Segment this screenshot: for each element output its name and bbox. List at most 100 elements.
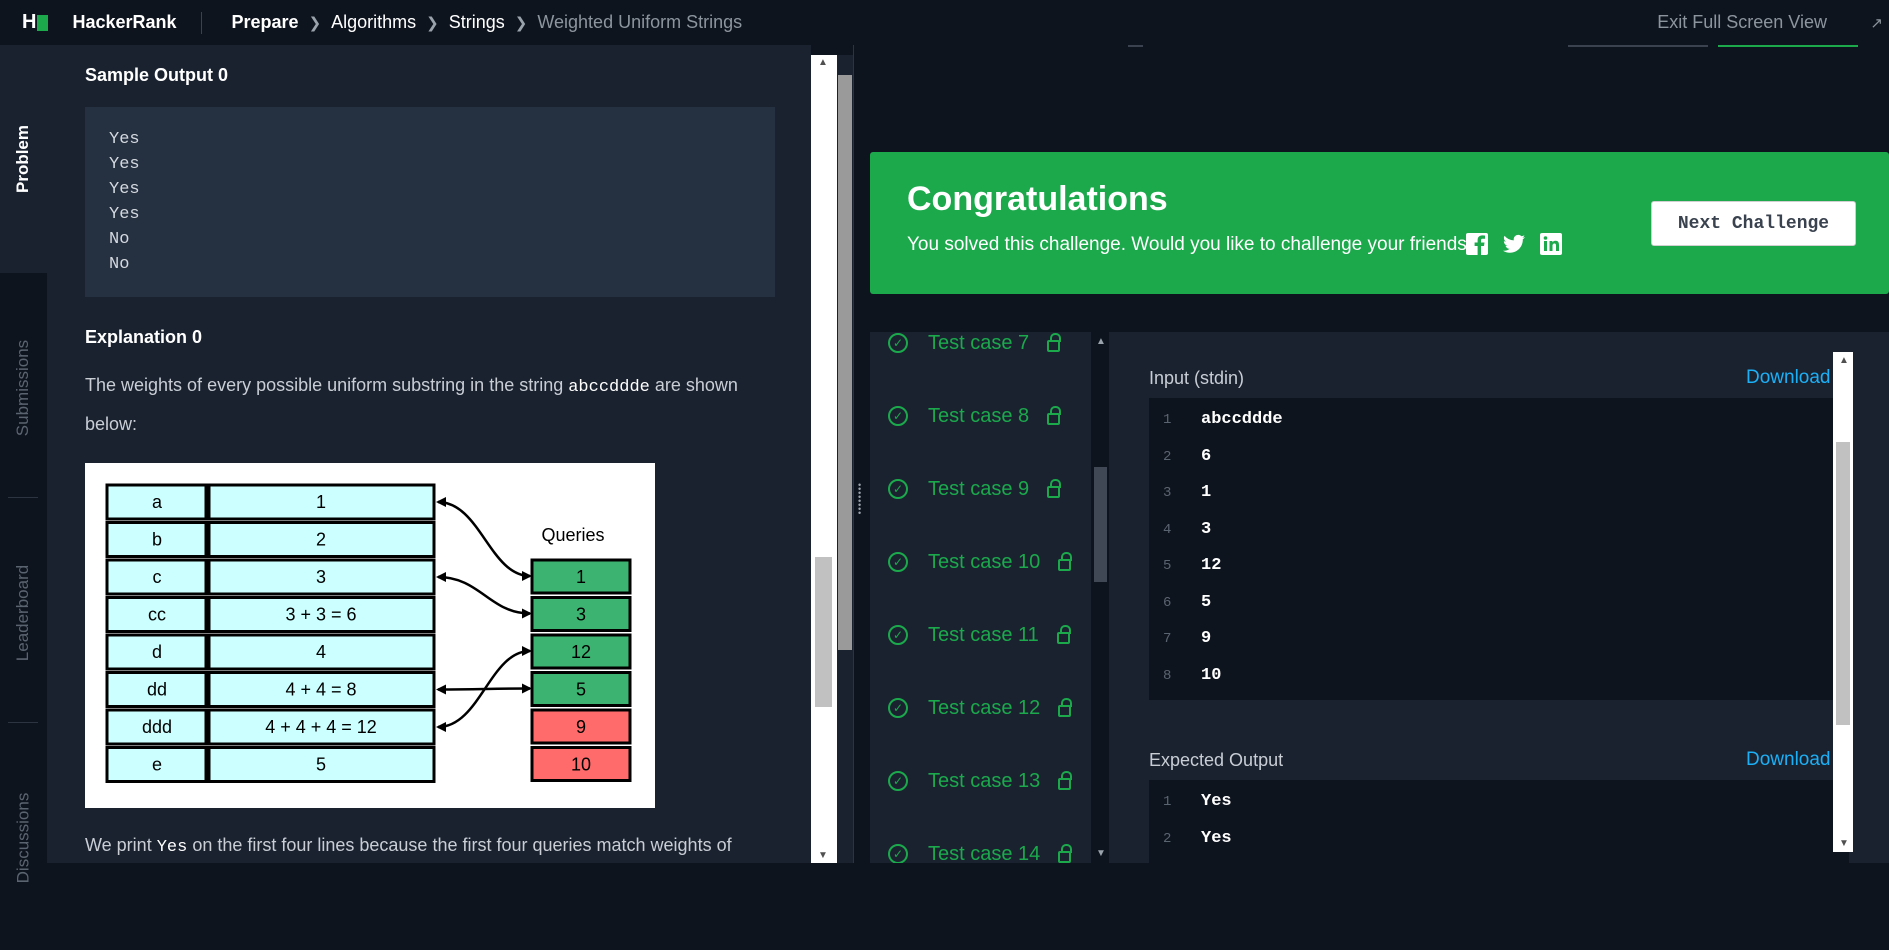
query-label: 1 (576, 567, 586, 587)
output-line: Yes (109, 180, 140, 199)
scrollbar-thumb[interactable] (1836, 442, 1850, 725)
tab-leaderboard[interactable]: Leaderboard (0, 500, 47, 725)
check-circle-icon: ✓ (888, 406, 908, 426)
check-circle-icon: ✓ (888, 333, 908, 353)
output-line: Yes (109, 205, 140, 224)
download-output-link[interactable]: Download (1746, 749, 1831, 771)
check-circle-icon: ✓ (888, 625, 908, 645)
sample-output-box: Yes Yes Yes Yes No No (85, 107, 775, 297)
linkedin-icon[interactable] (1539, 232, 1563, 256)
substring-label: e (152, 755, 162, 775)
line-number: 8 (1163, 667, 1172, 684)
check-circle-icon: ✓ (888, 844, 908, 863)
testcase-label: Test case 9 (928, 477, 1030, 500)
line-number: 5 (1163, 558, 1172, 574)
download-input-link[interactable]: Download (1746, 367, 1831, 389)
testcase-item[interactable]: ✓ Test case 7 (888, 332, 1062, 363)
testcase-item[interactable]: ✓ Test case 13 (888, 761, 1073, 801)
line-value: 3 (1201, 519, 1212, 539)
line-number: 4 (1163, 521, 1172, 538)
congrats-title: Congratulations (907, 180, 1168, 218)
grip-icon: • • • • • • • • (858, 480, 862, 518)
lock-icon (1058, 698, 1073, 717)
weight-label: 3 + 3 = 6 (285, 605, 356, 625)
breadcrumb-prepare[interactable]: Prepare (232, 12, 299, 33)
queries-title: Queries (541, 525, 604, 545)
testcase-item[interactable]: ✓ Test case 12 (888, 688, 1073, 728)
divider (200, 11, 202, 34)
chevron-right-icon: ❯ (426, 14, 439, 32)
explanation-text: The weights of every possible uniform su… (85, 367, 775, 442)
line-value: 6 (1201, 446, 1212, 466)
input-box: 1 abccddde 2 6 3 1 4 3 5 12 6 5 7 9 8 10 (1149, 398, 1849, 700)
line-value: Yes (1201, 828, 1232, 848)
scrollbar-thumb[interactable] (1094, 467, 1107, 582)
weight-label: 1 (316, 492, 326, 512)
breadcrumb-strings[interactable]: Strings (449, 12, 505, 33)
congratulations-banner: Congratulations You solved this challeng… (870, 152, 1889, 294)
substring-label: d (152, 642, 162, 662)
exit-fullscreen-link[interactable]: Exit Full Screen View (1657, 12, 1827, 33)
tab-problem-label: Problem (13, 124, 33, 194)
detail-scrollbar[interactable]: ▲ ▼ (1833, 352, 1853, 852)
testcase-list: ✓ Test case 7 ✓ Test case 8 ✓ Test case 9 ✓ Tes… (870, 332, 1091, 863)
scrollbar-thumb[interactable] (838, 75, 852, 650)
page-scrollbar[interactable] (837, 55, 853, 863)
problem-scrollbar[interactable]: ▲ ▼ (811, 55, 837, 863)
line-value: abccddde (1201, 410, 1283, 429)
line-number: 1 (1163, 412, 1172, 428)
breadcrumb-current: Weighted Uniform Strings (537, 12, 743, 32)
testcase-label: Test case 8 (928, 404, 1030, 427)
expected-output-label: Expected Output (1149, 750, 1284, 770)
logo-square-icon (37, 14, 49, 31)
scroll-up-icon[interactable]: ▲ (818, 57, 828, 68)
next-challenge-button[interactable]: Next Challenge (1651, 201, 1856, 246)
inline-code: abccddde (568, 378, 650, 397)
input-label: Input (stdin) (1149, 368, 1245, 388)
hackerrank-logo[interactable]: H (22, 11, 49, 34)
testcase-detail: Input (stdin) Download 1 abccddde 2 6 3 1 4 3 5 1… (1109, 332, 1889, 863)
tab-divider (8, 497, 38, 498)
scroll-up-icon[interactable]: ▲ (1096, 336, 1106, 347)
scroll-up-icon[interactable]: ▲ (1839, 355, 1849, 366)
lock-icon (1047, 406, 1062, 425)
query-label: 3 (576, 605, 586, 625)
brand-name[interactable]: HackerRank (72, 12, 176, 33)
testcase-item[interactable]: ✓ Test case 9 (888, 469, 1062, 509)
twitter-icon[interactable] (1502, 232, 1526, 256)
line-number: 2 (1163, 830, 1172, 847)
line-value: 12 (1201, 556, 1222, 575)
explanation-text-start: The weights of every possible uniform su… (85, 375, 569, 395)
breadcrumb: Prepare ❯ Algorithms ❯ Strings ❯ Weighte… (232, 12, 743, 33)
substring-label: a (152, 492, 163, 512)
substring-label: b (152, 530, 162, 550)
expected-output-box: 1 Yes 2 Yes (1149, 780, 1849, 863)
scroll-down-icon[interactable]: ▼ (1096, 848, 1106, 859)
scrollbar-thumb[interactable] (815, 557, 832, 707)
facebook-icon[interactable] (1465, 232, 1489, 256)
weights-diagram: a 1 b 2 c 3 cc 3 + 3 = 6 d 4 dd 4 + 4 = 8 ddd 4 + 4 +… (85, 463, 655, 808)
sample-output-heading: Sample Output 0 (85, 65, 229, 85)
testcase-item[interactable]: ✓ Test case 11 (888, 615, 1071, 655)
tab-discussions[interactable]: Discussions (0, 725, 47, 950)
testcase-item[interactable]: ✓ Test case 10 (888, 542, 1073, 582)
testcase-scrollbar[interactable]: ▲ ▼ (1091, 332, 1109, 863)
scroll-down-icon[interactable]: ▼ (1839, 838, 1849, 849)
line-value: 1 (1201, 483, 1212, 502)
query-label: 5 (576, 680, 586, 700)
testcase-item[interactable]: ✓ Test case 14 (888, 834, 1073, 863)
scroll-down-icon[interactable]: ▼ (818, 850, 828, 861)
tab-submissions[interactable]: Submissions (0, 275, 47, 500)
tab-problem[interactable]: Problem (0, 45, 47, 273)
weights-diagram-svg: a 1 b 2 c 3 cc 3 + 3 = 6 d 4 dd 4 + 4 = 8 ddd 4 + 4 +… (105, 483, 632, 783)
pane-resize-handle[interactable]: • • • • • • • • (853, 45, 868, 863)
testcase-item[interactable]: ✓ Test case 8 (888, 396, 1062, 436)
explanation-footer: We print Yes on the first four lines bec… (85, 827, 805, 863)
tab-divider (8, 722, 38, 723)
exit-fullscreen-icon[interactable]: ↗ (1870, 14, 1883, 32)
testcase-label: Test case 11 (928, 623, 1039, 646)
testcase-label: Test case 7 (928, 332, 1030, 354)
breadcrumb-algorithms[interactable]: Algorithms (331, 12, 416, 33)
side-tabs: Problem Submissions Leaderboard Discussi… (0, 45, 47, 883)
chevron-right-icon: ❯ (308, 14, 322, 32)
